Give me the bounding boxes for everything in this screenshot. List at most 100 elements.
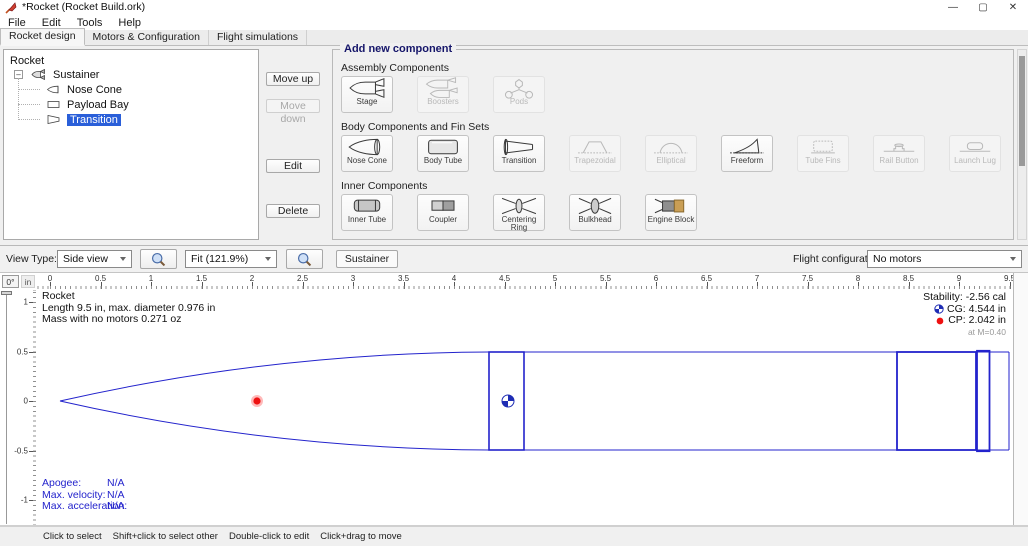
tab-motors-configuration[interactable]: Motors & Configuration xyxy=(85,30,209,45)
close-icon[interactable]: ✕ xyxy=(998,0,1028,16)
zoom-out-button[interactable] xyxy=(140,249,177,269)
nose-outline-bottom xyxy=(60,401,489,450)
scrollbar-thumb[interactable] xyxy=(1019,56,1025,166)
cg-icon xyxy=(934,304,944,314)
add-new-component-panel: Add new component Assembly Components St… xyxy=(332,49,1014,240)
max-acceleration-value: N/A xyxy=(107,500,125,512)
hint-click-drag: Click+drag to move xyxy=(320,531,402,542)
max-velocity-value: N/A xyxy=(107,489,125,501)
cp-icon xyxy=(935,316,945,326)
coupler-icon xyxy=(421,195,465,217)
apogee-value: N/A xyxy=(107,477,125,489)
panel-title: Add new component xyxy=(340,43,456,55)
freeform-fin-button[interactable]: Freeform xyxy=(721,135,773,172)
bulkhead-button[interactable]: Bulkhead xyxy=(569,194,621,231)
stability-block: Stability: -2.56 cal CG: 4.544 in CP: 2.… xyxy=(923,292,1006,338)
chevron-down-icon xyxy=(120,257,126,261)
inner-tube-button[interactable]: Inner Tube xyxy=(341,194,393,231)
max-acceleration-label: Max. acceleration: xyxy=(42,501,107,513)
flight-configuration-select[interactable]: No motors xyxy=(867,250,1022,268)
body-components-label: Body Components and Fin Sets xyxy=(341,121,1013,133)
tree-item-payload-bay[interactable]: Payload Bay xyxy=(44,98,129,111)
ruler-h: 00.511.522.533.544.555.566.577.588.599.5 xyxy=(36,273,1013,290)
component-tree[interactable]: Rocket – Sustainer Nose Cone xyxy=(3,49,259,240)
stage-rocket-icon xyxy=(27,69,49,80)
elliptical-fin-button: Elliptical xyxy=(645,135,697,172)
edit-button[interactable]: Edit xyxy=(266,159,320,173)
elliptical-fin-icon xyxy=(649,136,693,158)
stage-toggle-sustainer[interactable]: Sustainer xyxy=(336,250,398,268)
tree-root-rocket[interactable]: Rocket xyxy=(10,54,44,67)
view-toolbar: View Type: Side view Fit (121.9%) Sustai… xyxy=(0,246,1028,273)
tree-item-sustainer[interactable]: – Sustainer xyxy=(14,68,99,81)
stage-icon xyxy=(345,77,389,99)
zoom-level-select[interactable]: Fit (121.9%) xyxy=(185,250,277,268)
transition-icon xyxy=(497,136,541,158)
centering-ring-button[interactable]: Centering Ring xyxy=(493,194,545,231)
move-up-button[interactable]: Move up xyxy=(266,72,320,86)
coupler-button[interactable]: Coupler xyxy=(417,194,469,231)
tree-connector xyxy=(18,78,20,120)
tab-rocket-design[interactable]: Rocket design xyxy=(0,28,85,46)
stage-button[interactable]: Stage xyxy=(341,76,393,113)
chevron-down-icon xyxy=(1010,257,1016,261)
minimize-icon[interactable]: — xyxy=(938,0,968,16)
delete-button[interactable]: Delete xyxy=(266,204,320,218)
rocket-mass-info: Mass with no motors 0.271 oz xyxy=(42,314,215,326)
freeform-fin-icon xyxy=(725,136,769,158)
pods-icon xyxy=(497,77,541,99)
openrocket-window: *Rocket (Rocket Build.ork) — ▢ ✕ File Ed… xyxy=(0,0,1028,546)
selected-tree-label: Transition xyxy=(67,114,121,126)
nose-outline-top xyxy=(60,352,489,401)
ruler-unit-label: in xyxy=(21,275,35,288)
tree-item-nose-cone[interactable]: Nose Cone xyxy=(44,83,122,96)
nose-cone-button[interactable]: Nose Cone xyxy=(341,135,393,172)
zoom-in-button[interactable] xyxy=(286,249,323,269)
trapezoidal-fin-button: Trapezoidal xyxy=(569,135,621,172)
rotation-slider-handle[interactable] xyxy=(1,291,12,295)
assembly-components-row: Stage Boosters Pods xyxy=(341,76,1013,113)
body-tube-small-icon xyxy=(44,99,63,110)
apogee-label: Apogee: xyxy=(42,478,107,490)
boosters-icon xyxy=(421,77,465,99)
app-icon xyxy=(5,2,17,14)
magnifier-icon xyxy=(296,251,313,268)
maximize-icon[interactable]: ▢ xyxy=(968,0,998,16)
rocket-name: Rocket xyxy=(42,291,215,303)
ruler-v: 10.50-0.5-1 xyxy=(14,290,36,525)
body-components-row: Nose Cone Body Tube Transition xyxy=(341,135,1013,172)
body-tube-button[interactable]: Body Tube xyxy=(417,135,469,172)
transition-small-icon xyxy=(44,114,63,125)
view-type-label: View Type: xyxy=(6,253,57,265)
engine-block-button[interactable]: Engine Block xyxy=(645,194,697,231)
magnifier-icon xyxy=(150,251,167,268)
tube-fins-icon xyxy=(801,136,845,158)
component-panel-scrollbar[interactable] xyxy=(1017,49,1027,240)
tab-bar: Rocket design Motors & Configuration Fli… xyxy=(0,30,1028,46)
body-tube-outline xyxy=(524,352,1009,450)
nose-cone-icon xyxy=(345,136,389,158)
inner-components-row: Inner Tube Coupler Centering Ring xyxy=(341,194,1013,231)
rail-button-icon xyxy=(877,136,921,158)
menu-help[interactable]: Help xyxy=(110,16,149,30)
canvas-scrollbar[interactable] xyxy=(1013,273,1028,525)
cp-value: CP: 2.042 in xyxy=(948,315,1006,327)
hint-shift-click: Shift+click to select other xyxy=(113,531,218,542)
launch-lug-icon xyxy=(953,136,997,158)
centering-ring-icon xyxy=(497,195,541,217)
rail-button-button: Rail Button xyxy=(873,135,925,172)
nose-cone-small-icon xyxy=(44,84,63,95)
hint-click-select: Click to select xyxy=(43,531,102,542)
status-bar: Click to select Shift+click to select ot… xyxy=(0,526,1028,546)
aft-ring-outline xyxy=(977,351,990,451)
rotation-angle-box[interactable]: 0° xyxy=(2,275,19,288)
tube-fins-button: Tube Fins xyxy=(797,135,849,172)
view-type-select[interactable]: Side view xyxy=(57,250,132,268)
rocket-canvas[interactable]: 0° in 00.511.522.533.544.555.566.577.588… xyxy=(0,273,1028,526)
engine-block-icon xyxy=(649,195,693,217)
cp-marker xyxy=(253,397,260,404)
tab-flight-simulations[interactable]: Flight simulations xyxy=(209,30,307,45)
tree-item-transition[interactable]: Transition xyxy=(44,113,121,126)
chevron-down-icon xyxy=(265,257,271,261)
transition-button[interactable]: Transition xyxy=(493,135,545,172)
